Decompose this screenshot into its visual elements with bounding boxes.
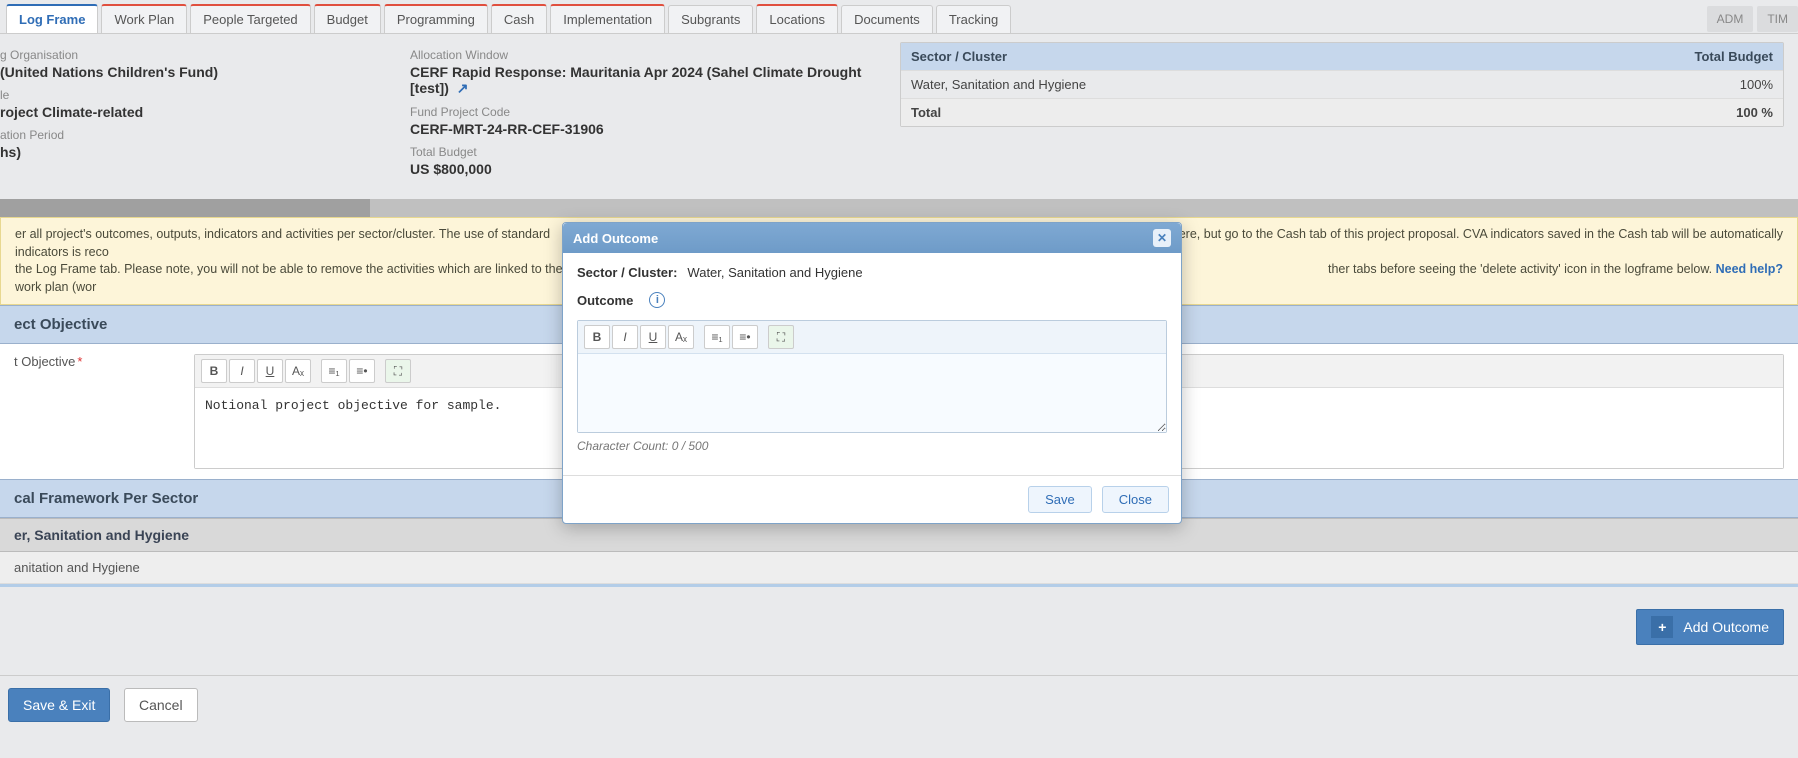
section-divider: [0, 199, 1798, 217]
add-outcome-modal: Add Outcome ✕ Sector / Cluster: Water, S…: [562, 222, 1182, 524]
project-objective-label-text: t Objective: [14, 354, 75, 369]
sb-head-left: Sector / Cluster: [911, 49, 1653, 64]
info-val-org: (United Nations Children's Fund): [0, 64, 390, 80]
bold-icon[interactable]: B: [201, 359, 227, 383]
help-text-right-2: ther tabs before seeing the 'delete acti…: [1328, 261, 1783, 296]
info-label-code: Fund Project Code: [410, 105, 880, 119]
help-text-right-1: ators here, but go to the Cash tab of th…: [1141, 226, 1783, 261]
sector-budget-head: Sector / Cluster Total Budget: [901, 43, 1783, 70]
info-label-total: Total Budget: [410, 145, 880, 159]
plus-icon: +: [1651, 616, 1673, 638]
need-help-link[interactable]: Need help?: [1716, 262, 1783, 276]
tab-people-targeted[interactable]: People Targeted: [190, 4, 310, 33]
modal-outcome-label: Outcome: [577, 293, 633, 308]
modal-outcome-editor: B I U Aₓ ≡₁ ≡• ⛶: [577, 320, 1167, 433]
modal-editor-toolbar: B I U Aₓ ≡₁ ≡• ⛶: [578, 321, 1166, 354]
project-info: g Organisation (United Nations Children'…: [0, 34, 1798, 199]
info-col-3: Sector / Cluster Total Budget Water, San…: [900, 42, 1798, 199]
help-text-left-2: the Log Frame tab. Please note, you will…: [15, 261, 575, 296]
sb-total-pct: 100 %: [1653, 105, 1773, 120]
modal-body: Sector / Cluster: Water, Sanitation and …: [563, 253, 1181, 475]
italic-icon[interactable]: I: [612, 325, 638, 349]
modal-sector-label: Sector / Cluster:: [577, 265, 677, 280]
info-col-1: g Organisation (United Nations Children'…: [0, 42, 410, 199]
underline-icon[interactable]: U: [640, 325, 666, 349]
info-val-total: US $800,000: [410, 161, 880, 177]
tab-programming[interactable]: Programming: [384, 4, 488, 33]
modal-sector-value: Water, Sanitation and Hygiene: [687, 265, 862, 280]
add-outcome-row: + Add Outcome: [0, 587, 1798, 675]
pill-tim[interactable]: TIM: [1757, 6, 1798, 32]
sb-row-total: Total 100 %: [901, 98, 1783, 126]
ordered-list-icon[interactable]: ≡₁: [321, 359, 347, 383]
modal-sector-row: Sector / Cluster: Water, Sanitation and …: [577, 265, 1167, 280]
tab-work-plan[interactable]: Work Plan: [101, 4, 187, 33]
sector-sub-row: anitation and Hygiene: [0, 552, 1798, 584]
fullscreen-icon[interactable]: ⛶: [768, 325, 794, 349]
close-icon[interactable]: ✕: [1153, 229, 1171, 247]
sb-row-name: Water, Sanitation and Hygiene: [911, 77, 1653, 92]
modal-header[interactable]: Add Outcome ✕: [563, 223, 1181, 253]
tab-locations[interactable]: Locations: [756, 4, 838, 33]
clear-format-icon[interactable]: Aₓ: [285, 359, 311, 383]
char-count: Character Count: 0 / 500: [577, 439, 1167, 453]
cancel-button[interactable]: Cancel: [124, 688, 198, 722]
underline-icon[interactable]: U: [257, 359, 283, 383]
modal-footer: Save Close: [563, 475, 1181, 523]
sector-budget-table: Sector / Cluster Total Budget Water, San…: [900, 42, 1784, 127]
sb-row: Water, Sanitation and Hygiene 100%: [901, 70, 1783, 98]
clear-format-icon[interactable]: Aₓ: [668, 325, 694, 349]
modal-close-button[interactable]: Close: [1102, 486, 1169, 513]
tab-documents[interactable]: Documents: [841, 5, 933, 33]
add-outcome-label: Add Outcome: [1683, 619, 1769, 635]
bold-icon[interactable]: B: [584, 325, 610, 349]
tab-implementation[interactable]: Implementation: [550, 4, 665, 33]
fullscreen-icon[interactable]: ⛶: [385, 359, 411, 383]
sb-head-right: Total Budget: [1653, 49, 1773, 64]
info-label-title: le: [0, 88, 390, 102]
external-link-icon[interactable]: ↗: [457, 80, 469, 96]
info-label-org: g Organisation: [0, 48, 390, 62]
project-objective-label: t Objective*: [14, 354, 194, 369]
sb-row-pct: 100%: [1653, 77, 1773, 92]
unordered-list-icon[interactable]: ≡•: [349, 359, 375, 383]
info-val-period: hs): [0, 144, 390, 160]
help-text-left-1: er all project's outcomes, outputs, indi…: [15, 226, 575, 261]
tab-tracking[interactable]: Tracking: [936, 5, 1011, 33]
info-label-period: ation Period: [0, 128, 390, 142]
modal-outcome-row: Outcome i: [577, 292, 1167, 308]
modal-title: Add Outcome: [573, 231, 658, 246]
info-label-window: Allocation Window: [410, 48, 880, 62]
modal-outcome-textarea[interactable]: [578, 354, 1166, 432]
modal-save-button[interactable]: Save: [1028, 486, 1092, 513]
info-val-code: CERF-MRT-24-RR-CEF-31906: [410, 121, 880, 137]
add-outcome-button[interactable]: + Add Outcome: [1636, 609, 1784, 645]
save-exit-button[interactable]: Save & Exit: [8, 688, 110, 722]
ordered-list-icon[interactable]: ≡₁: [704, 325, 730, 349]
info-col-2: Allocation Window CERF Rapid Response: M…: [410, 42, 900, 199]
info-icon[interactable]: i: [649, 292, 665, 308]
footer-buttons: Save & Exit Cancel: [0, 675, 1798, 746]
tab-subgrants[interactable]: Subgrants: [668, 5, 753, 33]
tabs-right: ADM TIM: [1703, 6, 1798, 32]
unordered-list-icon[interactable]: ≡•: [732, 325, 758, 349]
help-text-right-2a: ther tabs before seeing the 'delete acti…: [1328, 262, 1716, 276]
pill-adm[interactable]: ADM: [1707, 6, 1754, 32]
required-star: *: [77, 354, 82, 369]
sb-total-label: Total: [911, 105, 1653, 120]
tab-budget[interactable]: Budget: [314, 4, 381, 33]
tab-log-frame[interactable]: Log Frame: [6, 4, 98, 33]
info-val-window: CERF Rapid Response: Mauritania Apr 2024…: [410, 64, 880, 97]
tab-cash[interactable]: Cash: [491, 4, 547, 33]
info-val-window-text: CERF Rapid Response: Mauritania Apr 2024…: [410, 64, 861, 96]
italic-icon[interactable]: I: [229, 359, 255, 383]
info-val-title: roject Climate-related: [0, 104, 390, 120]
tabs-bar: Log Frame Work Plan People Targeted Budg…: [0, 0, 1798, 34]
